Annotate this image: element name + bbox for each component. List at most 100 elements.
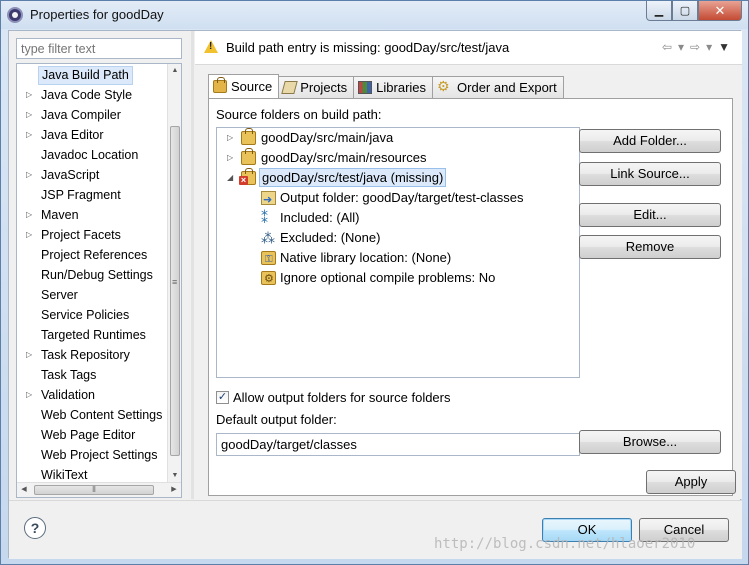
nav-item-label: Service Policies: [41, 308, 130, 322]
forward-dropdown-icon[interactable]: ▾: [706, 40, 712, 54]
native-library-icon: [261, 250, 276, 270]
minimize-icon[interactable]: ▁: [646, 1, 672, 21]
nav-item-label: Run/Debug Settings: [41, 268, 153, 282]
nav-item[interactable]: Web Page Editor: [17, 425, 169, 445]
back-dropdown-icon[interactable]: ▾: [678, 40, 684, 54]
property-page-tree: Java Build Path ▷ Java Code Style ▷ Java Com…: [16, 63, 182, 498]
expand-icon[interactable]: ▷: [26, 125, 36, 145]
browse-button[interactable]: Browse...: [579, 430, 721, 454]
nav-item-label: Web Project Settings: [41, 448, 158, 462]
exclusion-filter-icon: [261, 228, 276, 248]
expand-icon[interactable]: ▷: [26, 105, 36, 125]
add-folder-button[interactable]: Add Folder...: [579, 129, 721, 153]
link-source-button[interactable]: Link Source...: [579, 162, 721, 186]
nav-item[interactable]: Java Build Path: [17, 65, 169, 85]
nav-item[interactable]: Run/Debug Settings: [17, 265, 169, 285]
expand-icon[interactable]: ▷: [26, 345, 36, 365]
tab-label: Libraries: [376, 80, 427, 95]
nav-item[interactable]: Server: [17, 285, 169, 305]
help-icon[interactable]: ?: [24, 517, 46, 539]
expand-icon[interactable]: ▷: [26, 165, 36, 185]
nav-item[interactable]: ▷ Maven: [17, 205, 169, 225]
nav-item[interactable]: Task Tags: [17, 365, 169, 385]
nav-item[interactable]: Targeted Runtimes: [17, 325, 169, 345]
scroll-left-icon[interactable]: ◀: [17, 483, 31, 497]
tab-label: Projects: [300, 80, 348, 95]
message-area: ! Build path entry is missing: goodDay/s…: [195, 31, 742, 65]
maximize-icon[interactable]: ▢: [672, 1, 698, 21]
history-nav: ⇦ ▾ ⇨ ▾ ▼: [662, 40, 730, 54]
source-folder-icon: [241, 128, 256, 145]
forward-icon[interactable]: ⇨: [690, 40, 700, 54]
nav-item-label: JSP Fragment: [41, 188, 121, 202]
nav-item[interactable]: Web Content Settings: [17, 405, 169, 425]
horizontal-scrollbar[interactable]: ◀ ⦀ ▶: [17, 482, 181, 497]
nav-item-label: Task Repository: [41, 348, 130, 362]
default-output-label: Default output folder:: [216, 412, 337, 427]
close-icon[interactable]: ✕: [698, 1, 742, 21]
properties-dialog: Properties for goodDay ▁ ▢ ✕ Java Build …: [0, 0, 749, 565]
nav-item-label: Java Build Path: [38, 66, 133, 85]
nav-item[interactable]: ▷ Project Facets: [17, 225, 169, 245]
message-text: Build path entry is missing: goodDay/src…: [226, 40, 510, 55]
collapse-icon[interactable]: ◢: [227, 168, 233, 188]
hscroll-thumb[interactable]: ⦀: [34, 485, 154, 495]
nav-item[interactable]: Javadoc Location: [17, 145, 169, 165]
output-folder-icon: [261, 190, 276, 210]
expand-icon[interactable]: ▷: [227, 128, 233, 148]
pane-sash[interactable]: [191, 31, 194, 499]
nav-item[interactable]: ▷ Java Compiler: [17, 105, 169, 125]
scroll-up-icon[interactable]: ▲: [168, 64, 181, 78]
nav-item-label: Task Tags: [41, 368, 97, 382]
scroll-thumb[interactable]: [170, 126, 180, 456]
expand-icon[interactable]: ▷: [26, 85, 36, 105]
filter-input[interactable]: [16, 38, 182, 59]
nav-item[interactable]: ▷ Task Repository: [17, 345, 169, 365]
tree-item-label: Output folder: goodDay/target/test-class…: [280, 190, 524, 205]
view-menu-icon[interactable]: ▼: [718, 40, 730, 54]
eclipse-icon: [7, 7, 23, 23]
missing-source-folder-icon: [239, 168, 256, 185]
nav-item[interactable]: ▷ Java Code Style: [17, 85, 169, 105]
allow-output-folders-option[interactable]: ✓ Allow output folders for source folder…: [216, 390, 451, 405]
remove-button[interactable]: Remove: [579, 235, 721, 259]
nav-item[interactable]: Web Project Settings: [17, 445, 169, 465]
nav-item[interactable]: ▷ Validation: [17, 385, 169, 405]
warning-icon: !: [204, 40, 218, 53]
source-folder-tree[interactable]: ▷ goodDay/src/main/java ▷ goodDay/src/ma…: [216, 127, 580, 378]
edit-button[interactable]: Edit...: [579, 203, 721, 227]
nav-item-label: Web Page Editor: [41, 428, 136, 442]
nav-item-label: Java Compiler: [41, 108, 121, 122]
nav-item-label: Project References: [41, 248, 148, 262]
expand-icon[interactable]: ▷: [26, 225, 36, 245]
default-output-input[interactable]: [216, 433, 580, 456]
expand-icon[interactable]: ▷: [26, 205, 36, 225]
vertical-scrollbar[interactable]: ▲ ▼: [167, 64, 181, 483]
scroll-down-icon[interactable]: ▼: [168, 469, 181, 483]
expand-icon[interactable]: ▷: [26, 385, 36, 405]
nav-item-label: Project Facets: [41, 228, 121, 242]
nav-item[interactable]: ▷ JavaScript: [17, 165, 169, 185]
apply-button[interactable]: Apply: [646, 470, 736, 494]
tab-order-export[interactable]: Order and Export: [432, 76, 564, 98]
projects-icon: [281, 81, 298, 94]
allow-output-folders-checkbox[interactable]: ✓: [216, 391, 229, 404]
nav-item-label: Javadoc Location: [41, 148, 139, 162]
back-icon[interactable]: ⇦: [662, 40, 672, 54]
tab-libraries[interactable]: Libraries: [353, 76, 434, 98]
nav-item[interactable]: ▷ Java Editor: [17, 125, 169, 145]
dialog-client: Java Build Path▷Java Code Style▷Java Com…: [8, 30, 742, 559]
tab-projects[interactable]: Projects: [278, 76, 355, 98]
nav-item-label: Web Content Settings: [41, 408, 163, 422]
nav-item[interactable]: JSP Fragment: [17, 185, 169, 205]
nav-item-label: Validation: [41, 388, 95, 402]
left-pane: Java Build Path▷Java Code Style▷Java Com…: [9, 31, 190, 499]
expand-icon[interactable]: ▷: [227, 148, 233, 168]
tab-source[interactable]: Source: [208, 74, 280, 98]
tab-bar: Source Projects Libraries Order and Expo…: [208, 74, 564, 98]
nav-item[interactable]: Service Policies: [17, 305, 169, 325]
title-bar[interactable]: Properties for goodDay ▁ ▢ ✕: [1, 1, 748, 29]
nav-item[interactable]: Project References: [17, 245, 169, 265]
source-tab-panel: Source folders on build path: ▷ goodDay/…: [208, 98, 733, 496]
scroll-right-icon[interactable]: ▶: [167, 483, 181, 497]
